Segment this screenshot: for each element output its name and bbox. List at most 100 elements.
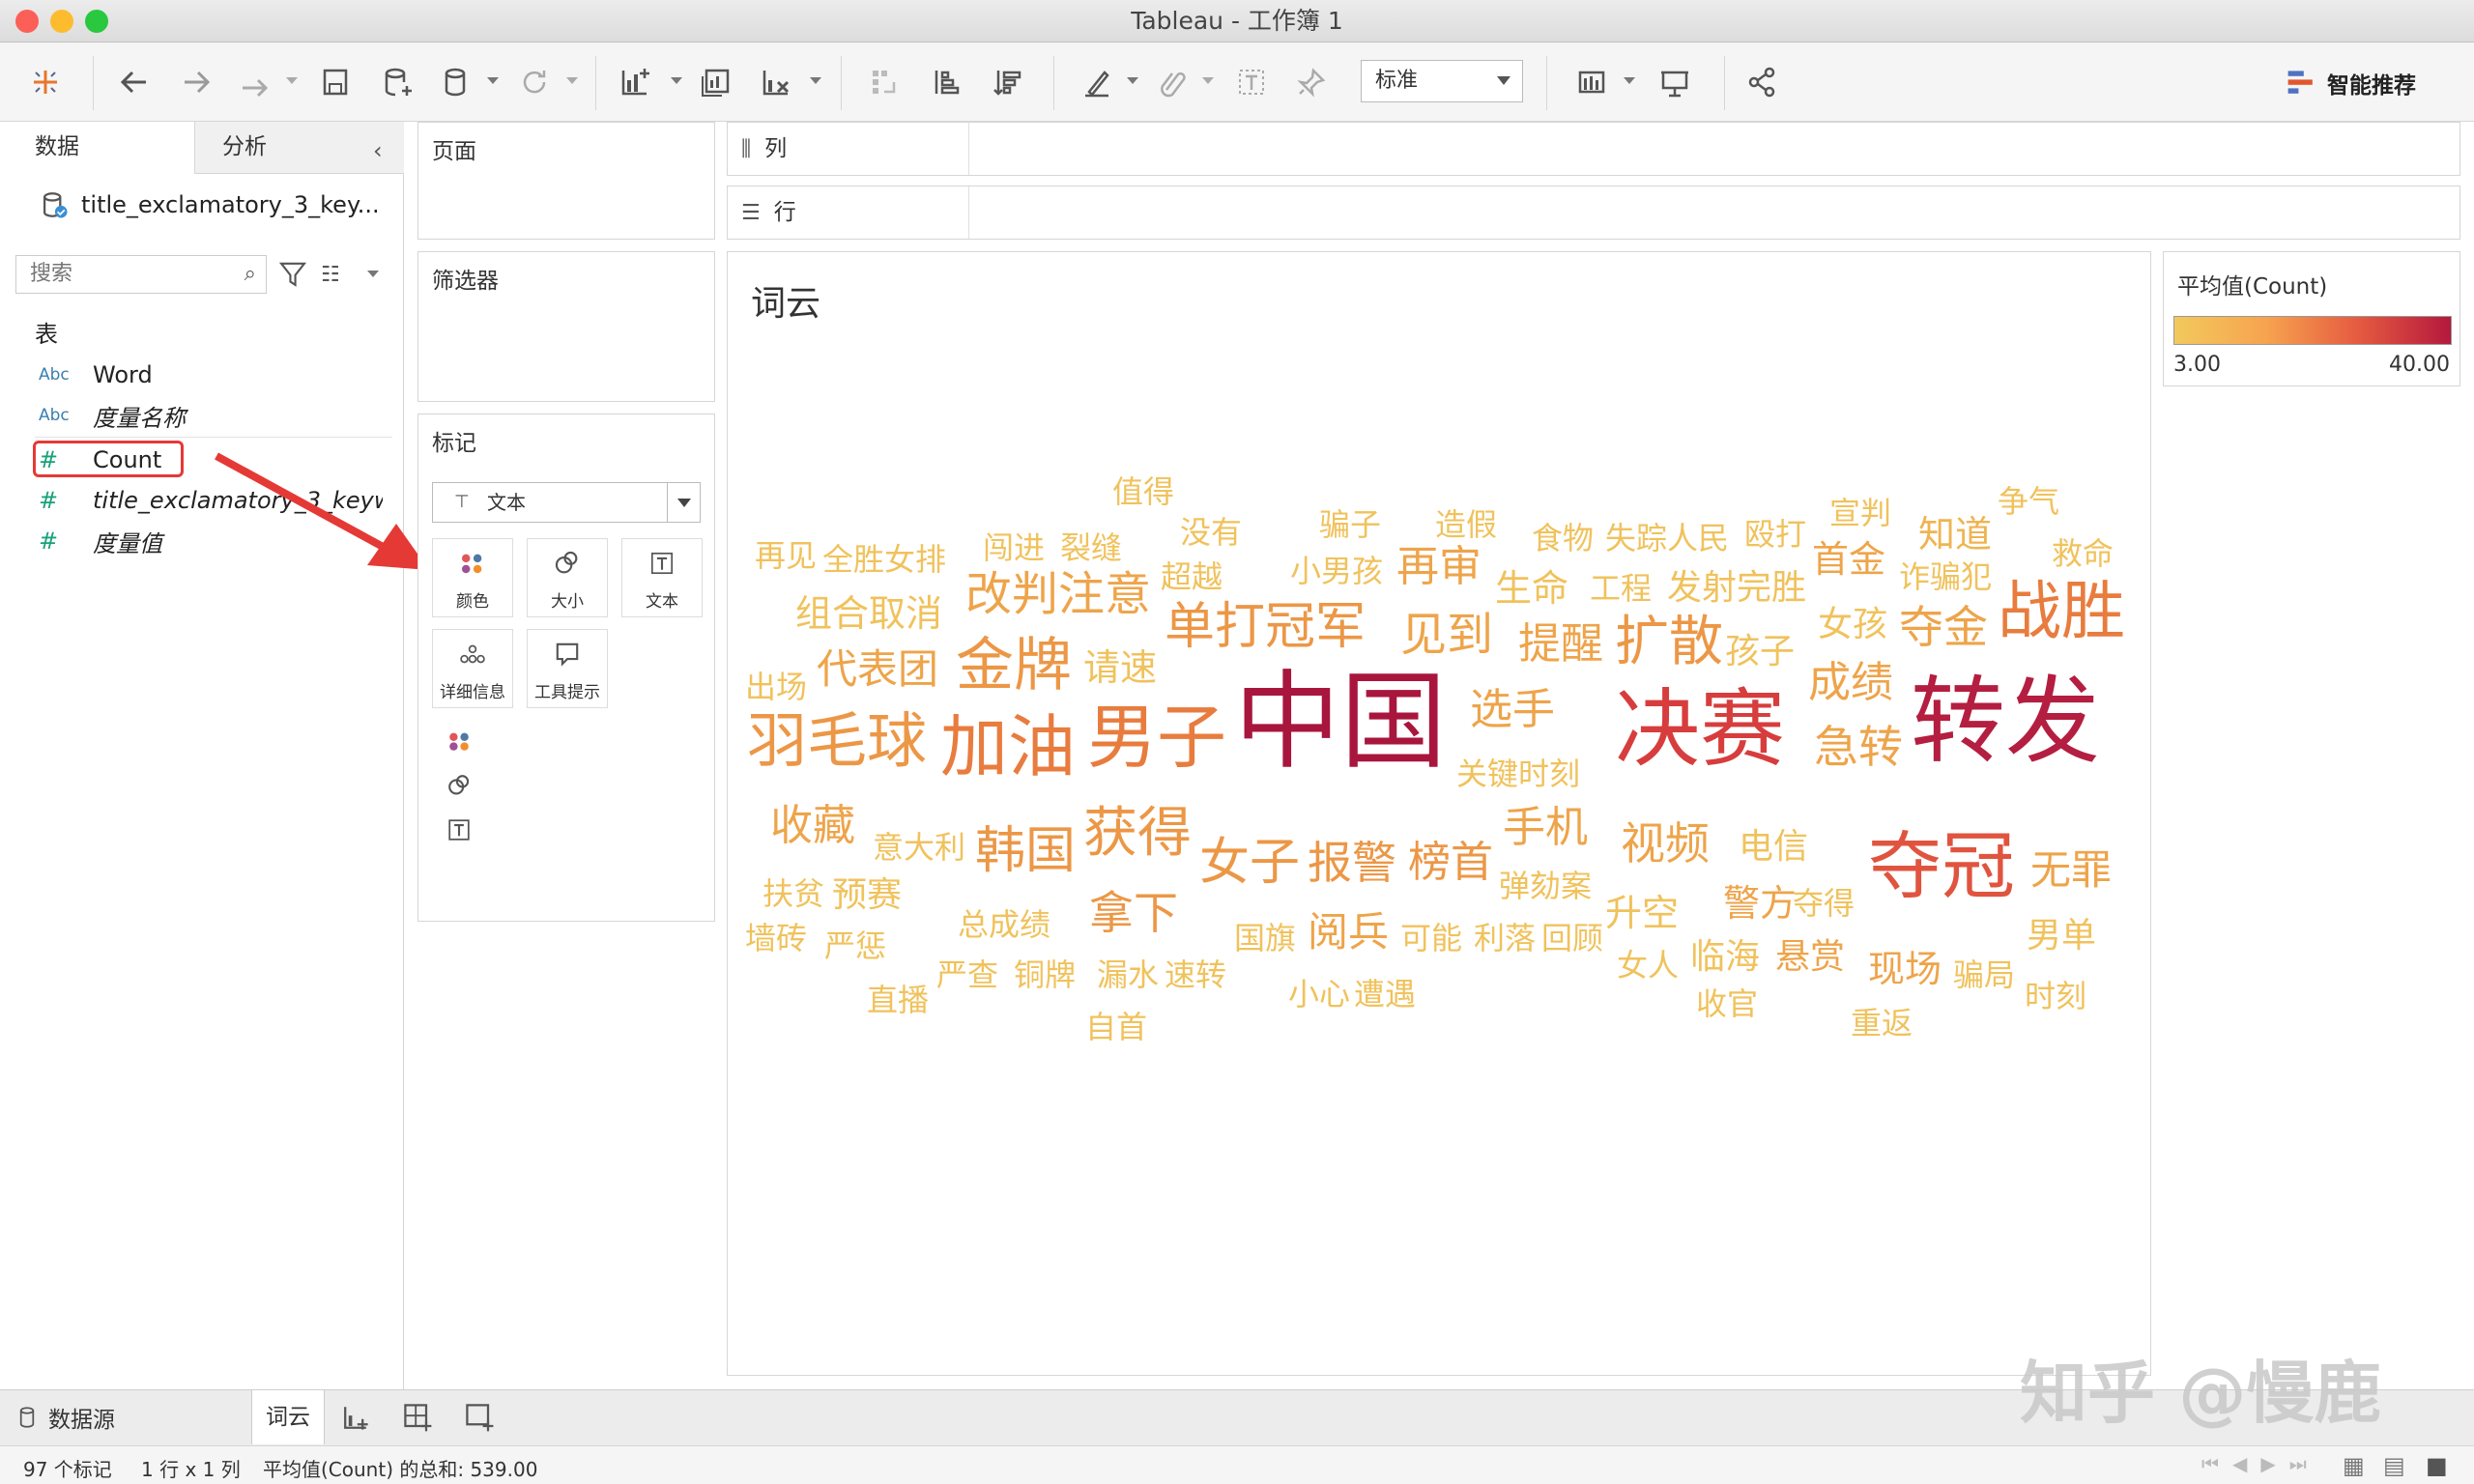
pill-text-word[interactable]: Word bbox=[480, 813, 699, 849]
cloud-word[interactable]: 电信 bbox=[1739, 830, 1808, 865]
search-input[interactable] bbox=[16, 256, 219, 291]
filmstrip-icon[interactable]: ▤ bbox=[2383, 1452, 2405, 1479]
field-word[interactable]: Abc Word bbox=[39, 356, 153, 394]
cloud-word[interactable]: 孩子 bbox=[1725, 635, 1795, 670]
cloud-word[interactable]: 无罪 bbox=[2030, 850, 2112, 891]
refresh-icon[interactable] bbox=[512, 60, 557, 104]
cloud-word[interactable]: 手机 bbox=[1503, 807, 1588, 849]
cloud-word[interactable]: 请速 bbox=[1083, 649, 1157, 686]
group-dropdown-chevron-icon[interactable] bbox=[1202, 77, 1214, 84]
cloud-word[interactable]: 速转 bbox=[1165, 959, 1226, 990]
cloud-word[interactable]: 夺得 bbox=[1793, 888, 1855, 919]
cloud-word[interactable]: 收藏 bbox=[770, 805, 855, 847]
cloud-word[interactable]: 没有 bbox=[1180, 517, 1242, 548]
share-icon[interactable] bbox=[1740, 60, 1784, 104]
cloud-word[interactable]: 墙砖 bbox=[745, 923, 807, 954]
pill-size-avg-count[interactable]: 平均值(Count) bbox=[480, 768, 699, 805]
color-button[interactable]: 颜色 bbox=[432, 538, 513, 617]
rows-shelf[interactable]: ☰ 行 bbox=[727, 186, 2460, 240]
cloud-word[interactable]: 工程 bbox=[1590, 573, 1652, 604]
cloud-word[interactable]: 中国 bbox=[1234, 669, 1447, 775]
filters-card[interactable]: 筛选器 bbox=[417, 251, 715, 402]
redo-dropdown-chevron-icon[interactable] bbox=[286, 77, 298, 84]
cloud-word[interactable]: 夺冠 bbox=[1868, 830, 2015, 903]
cloud-word[interactable]: 值得 bbox=[1112, 476, 1174, 507]
cloud-word[interactable]: 宣判 bbox=[1829, 498, 1891, 528]
cloud-word[interactable]: 榜首 bbox=[1408, 842, 1493, 884]
cloud-word[interactable]: 男单 bbox=[2027, 919, 2096, 954]
cloud-word[interactable]: 再见 bbox=[755, 540, 817, 571]
viz-canvas[interactable]: 词云 值得 骗子 造假 宣判 争气 没有 食物 失踪人民 殴打 知道 再见 全胜女排 闯进 裂缝 小男孩 再审… bbox=[727, 251, 2151, 1376]
cloud-word[interactable]: 成绩 bbox=[1808, 662, 1893, 704]
cloud-word[interactable]: 再审 bbox=[1396, 546, 1482, 588]
show-cards-icon[interactable] bbox=[1569, 60, 1614, 104]
cloud-word[interactable]: 诈骗犯 bbox=[1899, 561, 1992, 592]
cloud-word[interactable]: 骗子 bbox=[1319, 509, 1381, 540]
pages-card[interactable]: 页面 bbox=[417, 122, 715, 240]
detail-button[interactable]: 详细信息 bbox=[432, 629, 513, 708]
cloud-word[interactable]: 骗局 bbox=[1953, 959, 2015, 990]
sort-descending-icon[interactable] bbox=[986, 60, 1030, 104]
cloud-word[interactable]: 知道 bbox=[1918, 516, 1992, 553]
datasource-tab[interactable]: 数据源 bbox=[14, 1398, 115, 1437]
collapse-pane-icon[interactable]: ‹ bbox=[373, 137, 383, 164]
cloud-word[interactable]: 报警 bbox=[1308, 841, 1396, 885]
cloud-word[interactable]: 救命 bbox=[2052, 538, 2114, 569]
cloud-word[interactable]: 女人 bbox=[1617, 950, 1679, 981]
sort-ascending-icon[interactable] bbox=[924, 60, 968, 104]
cloud-word[interactable]: 战胜 bbox=[1998, 580, 2125, 643]
cloud-word[interactable]: 决赛 bbox=[1615, 687, 1785, 772]
cloud-word[interactable]: 单打冠军 bbox=[1165, 602, 1366, 652]
cloud-word[interactable]: 悬赏 bbox=[1775, 940, 1845, 975]
field-measure-names[interactable]: Abc 度量名称 bbox=[39, 396, 186, 435]
cloud-word[interactable]: 首金 bbox=[1812, 541, 1885, 578]
label-text-button[interactable]: 文本 bbox=[621, 538, 703, 617]
cloud-word[interactable]: 生命 bbox=[1495, 570, 1568, 607]
back-arrow-icon[interactable] bbox=[112, 60, 157, 104]
sheet-tab-wordcloud[interactable]: 词云 bbox=[251, 1390, 325, 1444]
cloud-word[interactable]: 见到 bbox=[1400, 612, 1493, 658]
cloud-word[interactable]: 预赛 bbox=[832, 878, 902, 913]
cloud-word[interactable]: 临海 bbox=[1690, 940, 1760, 975]
cloud-word[interactable]: 发射完胜 bbox=[1667, 571, 1806, 606]
cloud-word[interactable]: 金牌 bbox=[956, 637, 1072, 695]
redo-icon[interactable] bbox=[232, 60, 276, 104]
cloud-word[interactable]: 选手 bbox=[1470, 689, 1555, 731]
highlight-dropdown-chevron-icon[interactable] bbox=[1127, 77, 1138, 84]
cloud-word[interactable]: 改判注意 bbox=[965, 571, 1151, 617]
cloud-word[interactable]: 全胜女排 bbox=[822, 544, 946, 575]
mark-type-select[interactable]: ⊤ 文本 bbox=[432, 482, 701, 523]
cloud-word[interactable]: 直播 bbox=[867, 985, 929, 1015]
cloud-word[interactable]: 代表团 bbox=[817, 649, 938, 690]
cloud-word[interactable]: 小男孩 bbox=[1290, 556, 1383, 586]
presentation-mode-icon[interactable] bbox=[1653, 60, 1697, 104]
normal-view-icon[interactable]: ■ bbox=[2426, 1452, 2448, 1479]
cloud-word[interactable]: 回顾 bbox=[1541, 923, 1603, 954]
cloud-word[interactable]: 女孩 bbox=[1818, 608, 1887, 642]
cloud-word[interactable]: 总成绩 bbox=[958, 909, 1050, 940]
cloud-word[interactable]: 转发 bbox=[1911, 674, 2100, 769]
new-worksheet-icon[interactable] bbox=[613, 60, 657, 104]
new-worksheet-tab-icon[interactable] bbox=[338, 1400, 373, 1439]
sheet-nav-arrows-icon[interactable]: ⏮◀▶⏭ bbox=[2201, 1452, 2320, 1475]
cloud-word[interactable]: 扩散 bbox=[1615, 615, 1723, 670]
cloud-word[interactable]: 男子 bbox=[1087, 702, 1226, 772]
cloud-word[interactable]: 阅兵 bbox=[1308, 912, 1389, 953]
cloud-word[interactable]: 严惩 bbox=[824, 930, 886, 961]
cloud-word[interactable]: 羽毛球 bbox=[747, 711, 927, 771]
tooltip-button[interactable]: 工具提示 bbox=[527, 629, 608, 708]
refresh-dropdown-chevron-icon[interactable] bbox=[566, 77, 578, 84]
cloud-word[interactable]: 扶贫 bbox=[762, 878, 824, 909]
columns-shelf[interactable]: ⫼ 列 bbox=[727, 122, 2460, 176]
view-dropdown-chevron-icon[interactable] bbox=[367, 271, 379, 277]
field-measure-values[interactable]: # 度量值 bbox=[39, 522, 162, 560]
search-field[interactable]: ⌕ bbox=[15, 255, 267, 294]
clear-dropdown-chevron-icon[interactable] bbox=[810, 77, 821, 84]
cloud-word[interactable]: 铜牌 bbox=[1014, 959, 1076, 990]
cloud-word[interactable]: 弹劾案 bbox=[1499, 870, 1592, 901]
cloud-word[interactable]: 争气 bbox=[1998, 486, 2059, 517]
pause-updates-icon[interactable] bbox=[433, 60, 477, 104]
cloud-word[interactable]: 小心 bbox=[1288, 979, 1350, 1010]
cloud-word[interactable]: 自首 bbox=[1085, 1012, 1147, 1042]
size-button[interactable]: 大小 bbox=[527, 538, 608, 617]
